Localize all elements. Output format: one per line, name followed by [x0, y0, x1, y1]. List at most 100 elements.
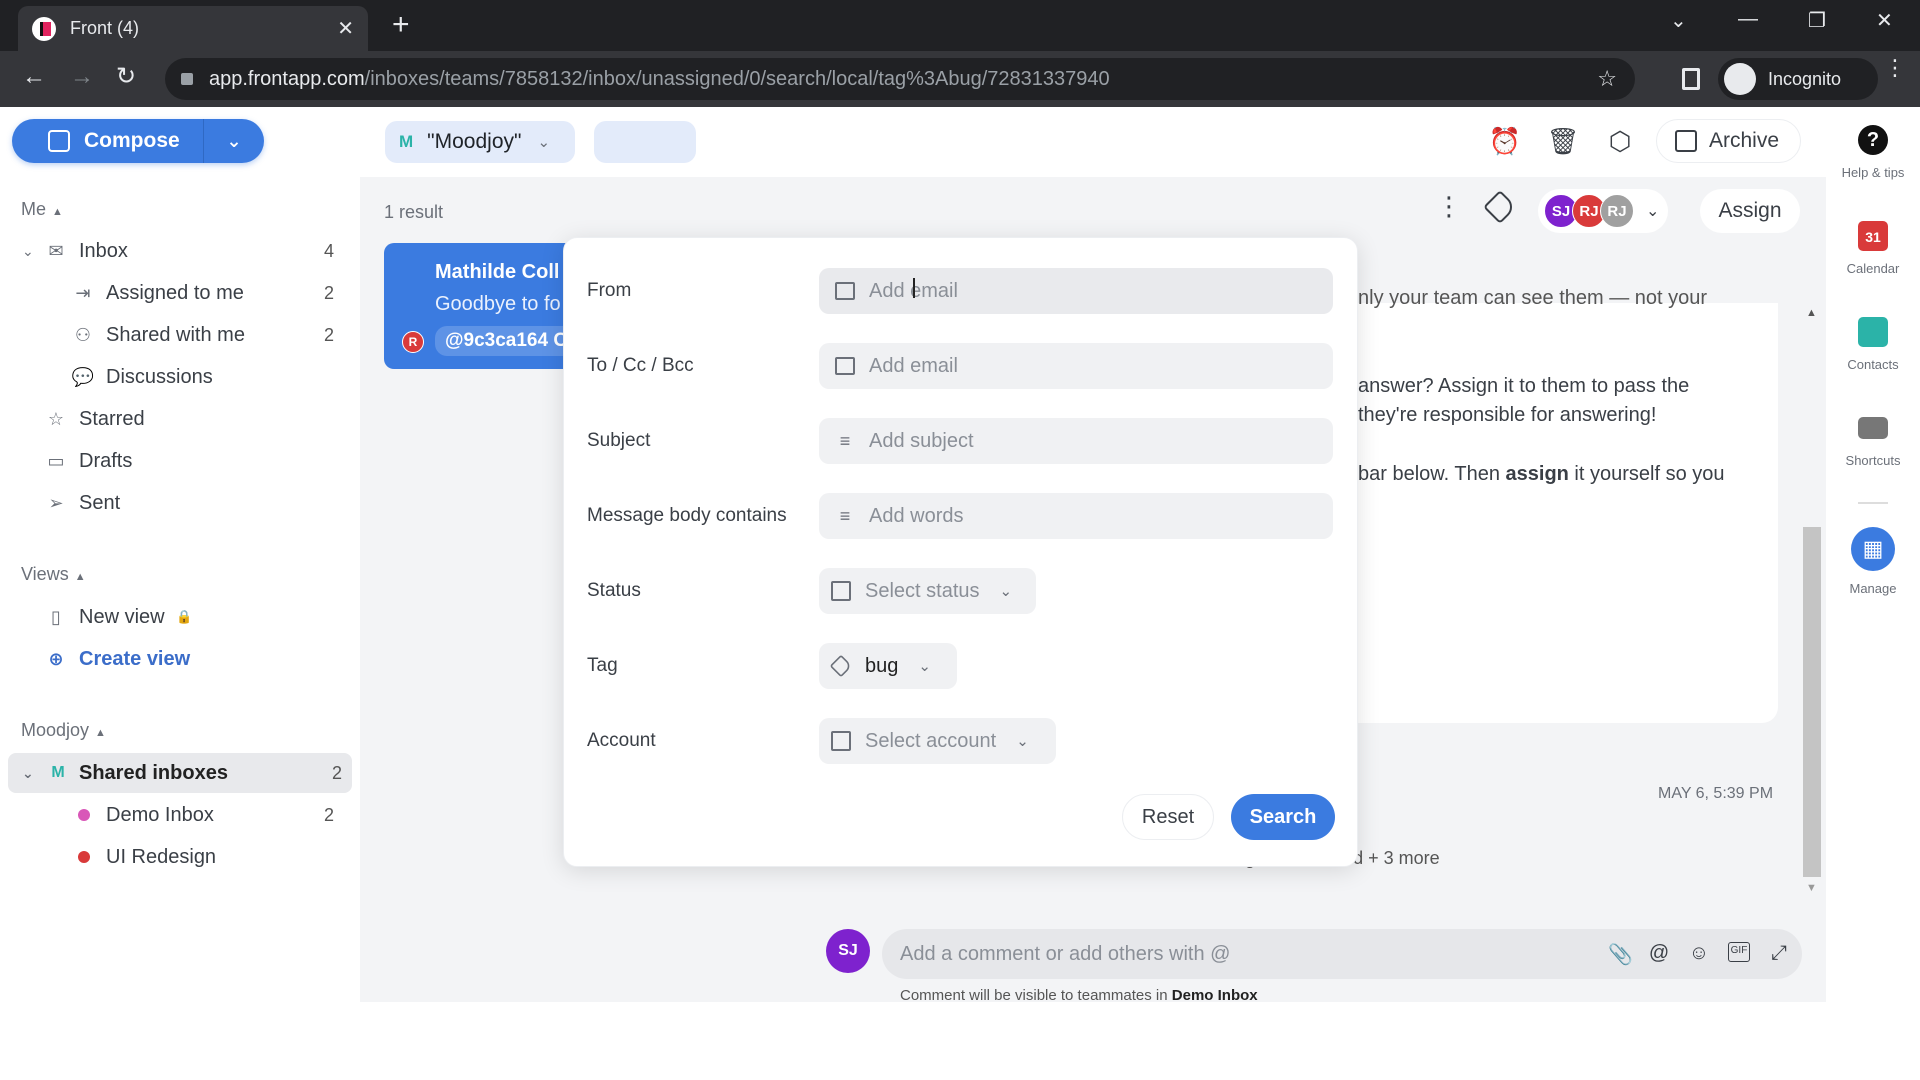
calendar-icon: 31: [1858, 221, 1888, 251]
body-words-input[interactable]: ≡ Add words: [819, 493, 1333, 539]
chevron-down-icon[interactable]: ⌄: [22, 765, 34, 782]
side-panel-icon[interactable]: [1682, 68, 1700, 90]
account-select[interactable]: Select account ⌄: [819, 718, 1056, 764]
chevron-down-icon[interactable]: ⌄: [22, 243, 34, 260]
minimize-icon[interactable]: —: [1738, 8, 1758, 31]
sidebar-item-shared[interactable]: ⚇ Shared with me 2: [0, 315, 352, 355]
scroll-down-arrow-icon[interactable]: ▼: [1806, 882, 1817, 894]
rail-help[interactable]: ? Help & tips: [1826, 125, 1920, 180]
restore-icon[interactable]: ❐: [1808, 8, 1826, 33]
sidebar-item-count: 2: [323, 282, 334, 303]
compose-button[interactable]: Compose: [12, 119, 204, 163]
sidebar-item-label: Sent: [79, 491, 121, 514]
gif-icon[interactable]: GIF: [1728, 942, 1750, 962]
emoji-icon[interactable]: ☺: [1688, 942, 1710, 967]
compose-dropdown-chevron-icon[interactable]: ⌄: [204, 131, 264, 152]
search-inbox-chip[interactable]: M "Moodjoy" ⌄: [385, 121, 575, 163]
search-query-chip[interactable]: [594, 121, 696, 163]
forward-icon[interactable]: →: [70, 65, 94, 89]
field-label: Message body contains: [587, 505, 787, 526]
conversation-preview: @9c3ca164 C: [435, 326, 578, 356]
archive-box-icon: [1675, 130, 1697, 152]
rail-shortcuts[interactable]: Shortcuts: [1826, 413, 1920, 468]
trash-icon[interactable]: 🗑: [1546, 124, 1580, 158]
sidebar-item-demo-inbox[interactable]: Demo Inbox 2: [0, 795, 352, 835]
field-label: Account: [587, 730, 656, 751]
incognito-profile[interactable]: Incognito: [1718, 58, 1878, 100]
close-tab-icon[interactable]: ✕: [337, 16, 354, 41]
sidebar-item-shared-inboxes[interactable]: ⌄ M Shared inboxes 2: [8, 753, 352, 793]
star-icon: ☆: [47, 408, 65, 429]
conversation-subject: Goodbye to fo: [435, 293, 561, 315]
rail-contacts[interactable]: Contacts: [1826, 317, 1920, 372]
assignee-avatars[interactable]: SJ RJ RJ ⌄: [1538, 189, 1668, 233]
create-view-link[interactable]: ⊕ Create view: [0, 639, 352, 679]
section-views[interactable]: Views ▲: [21, 564, 86, 585]
spam-icon[interactable]: ⬡: [1603, 124, 1637, 158]
sidebar-item-ui-redesign[interactable]: UI Redesign: [0, 837, 352, 877]
scrollbar-thumb[interactable]: [1803, 527, 1821, 877]
compose-pen-icon: [48, 130, 70, 152]
browser-menu-icon[interactable]: ⋮: [1884, 57, 1906, 79]
incognito-icon: [1724, 63, 1756, 95]
section-views-label: Views: [21, 564, 69, 584]
message-text: they're responsible for answering!: [1358, 404, 1657, 426]
new-tab-icon[interactable]: +: [392, 10, 410, 40]
note-inbox: Demo Inbox: [1171, 987, 1258, 1004]
field-account: Account Select account ⌄: [564, 718, 1359, 764]
sidebar-item-label: Discussions: [106, 365, 213, 388]
team-badge-icon: M: [399, 132, 414, 151]
assign-button[interactable]: Assign: [1700, 189, 1800, 233]
section-team[interactable]: Moodjoy ▲: [21, 720, 106, 741]
conversation-list-item[interactable]: Mathilde Coll Goodbye to fo R @9c3ca164 …: [384, 243, 584, 369]
scroll-up-arrow-icon[interactable]: ▲: [1806, 307, 1817, 319]
sidebar-item-new-view[interactable]: ▯ New view 🔒: [0, 597, 352, 637]
bookmark-star-icon[interactable]: ☆: [1597, 66, 1617, 92]
sidebar-item-assigned[interactable]: ⇥ Assigned to me 2: [0, 273, 352, 313]
tab-search-icon[interactable]: ⌄: [1670, 8, 1687, 33]
text-cursor: [913, 278, 915, 298]
avatar: RJ: [1600, 194, 1634, 228]
rail-label: Shortcuts: [1845, 453, 1901, 468]
attachment-icon[interactable]: 📎: [1608, 942, 1633, 967]
subject-input[interactable]: ≡ Add subject: [819, 418, 1333, 464]
field-to: To / Cc / Bcc Add email: [564, 343, 1359, 389]
status-select[interactable]: Select status ⌄: [819, 568, 1036, 614]
field-label: Subject: [587, 430, 651, 451]
sidebar-item-label: Inbox: [79, 239, 128, 262]
sidebar-item-inbox[interactable]: ⌄ ✉ Inbox 4: [0, 231, 352, 271]
back-icon[interactable]: ←: [22, 65, 46, 89]
sidebar-item-sent[interactable]: ➢ Sent: [0, 483, 352, 523]
tag-select[interactable]: bug ⌄: [819, 643, 957, 689]
snooze-alarm-icon[interactable]: ⏰: [1488, 124, 1522, 158]
url-field[interactable]: app.frontapp.com /inboxes/teams/7858132/…: [165, 58, 1635, 100]
more-options-icon[interactable]: ⋮: [1436, 193, 1462, 219]
sidebar-item-drafts[interactable]: ▭ Drafts: [0, 441, 352, 481]
close-window-icon[interactable]: ✕: [1876, 8, 1893, 33]
section-me[interactable]: Me ▲: [21, 199, 63, 220]
browser-tab[interactable]: Front (4) ✕: [18, 6, 368, 51]
from-email-input[interactable]: Add email: [819, 268, 1333, 314]
field-tag: Tag bug ⌄: [564, 643, 1359, 689]
rail-calendar[interactable]: 31 Calendar: [1826, 221, 1920, 276]
to-email-input[interactable]: Add email: [819, 343, 1333, 389]
avatar: SJ: [826, 929, 870, 973]
message-text: nly your team can see them — not your: [1358, 287, 1708, 309]
conversation-sender: Mathilde Coll: [435, 261, 560, 283]
expand-icon[interactable]: ⤢: [1768, 942, 1790, 967]
sidebar-item-starred[interactable]: ☆ Starred: [0, 399, 352, 439]
sidebar-item-discussions[interactable]: 💬 Discussions: [0, 357, 352, 397]
reset-button[interactable]: Reset: [1122, 794, 1214, 840]
chevron-down-icon: ⌄: [999, 583, 1013, 600]
search-button[interactable]: Search: [1231, 794, 1335, 840]
tab-title: Front (4): [70, 18, 140, 38]
sidebar: Compose ⌄ Me ▲ ⌄ ✉ Inbox 4 ⇥ Assigned to …: [0, 107, 360, 1080]
briefcase-icon: [831, 731, 851, 751]
mention-at-icon[interactable]: @: [1648, 942, 1670, 967]
archive-button[interactable]: Archive: [1656, 119, 1801, 163]
rail-manage[interactable]: ▦ Manage: [1826, 527, 1920, 596]
reload-icon[interactable]: ↻: [116, 65, 136, 89]
text-lines-icon: ≡: [839, 431, 851, 451]
comment-tools: 📎 @ ☺ GIF ⤢: [1608, 942, 1790, 967]
compose-button-group: Compose ⌄: [12, 119, 264, 163]
